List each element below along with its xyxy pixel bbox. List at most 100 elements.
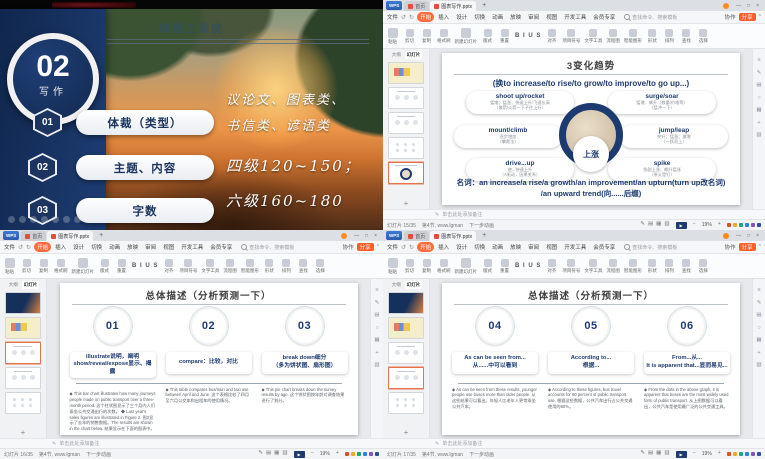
slide-thumbnail[interactable] [388, 112, 424, 134]
new-tab-button[interactable]: + [479, 2, 489, 9]
ribbon-tool[interactable]: 流程图 [606, 259, 620, 274]
status-icon[interactable]: ▤ [648, 222, 653, 228]
ribbon-tool[interactable]: 新建幻灯片 [455, 28, 478, 45]
tray-app-icon[interactable] [363, 452, 367, 456]
tray-app-icon[interactable] [727, 223, 731, 227]
ribbon-tool[interactable]: 重置 [115, 259, 128, 274]
ribbon-tab[interactable]: 开发工具 [178, 242, 206, 252]
sidebar-tool-icon[interactable]: + [375, 351, 378, 357]
slide-title[interactable]: 总体描述（分析预测一下） [442, 288, 740, 302]
redo-icon[interactable]: ↻ [409, 14, 414, 21]
ribbon-tool[interactable]: 智能图形 [624, 29, 642, 44]
add-slide-button[interactable]: + [404, 427, 409, 438]
slide-column[interactable]: 05 According to... 根据... ◆ According to … [548, 309, 634, 411]
slide-column[interactable]: 01 illustrate说明，阐明 show/reveal/expose显示、… [70, 309, 156, 433]
number-circle[interactable]: 03 [288, 309, 322, 343]
status-icon[interactable]: ✎ [258, 451, 263, 457]
presenter-control-dot[interactable] [19, 216, 26, 223]
undo-icon[interactable]: ↺ [401, 14, 406, 21]
ribbon-tool[interactable]: 版式 [98, 259, 111, 274]
ribbon-tab[interactable]: 开始 [417, 12, 434, 22]
status-icon[interactable]: ▦ [274, 451, 279, 457]
ribbon-tab[interactable]: 开始 [417, 242, 434, 252]
window-button[interactable]: — [733, 233, 744, 239]
center-donut-graphic[interactable]: 上涨 [559, 103, 623, 167]
presenter-control-dot[interactable] [74, 216, 81, 223]
tray-app-icon[interactable] [733, 452, 737, 456]
sidebar-tool-icon[interactable]: ≡ [375, 288, 378, 294]
ribbon-tool[interactable]: B I U S [515, 33, 541, 39]
notes-bar[interactable]: ✎ 单击此处添加备注 [0, 438, 383, 448]
ribbon-tool[interactable]: B I U S [132, 263, 158, 269]
slide-thumbnail[interactable] [5, 367, 41, 389]
ribbon-tool[interactable]: 复制 [420, 259, 433, 274]
ribbon-tool[interactable]: 格式刷 [54, 259, 68, 274]
phrase-card[interactable]: surge/soar 猛增、飙升（数量/价格等） （猛冲一下） [608, 91, 716, 114]
ribbon-tool[interactable]: 选择 [697, 259, 710, 274]
slide-thumbnail[interactable] [388, 342, 424, 364]
sidebar-tool-icon[interactable]: ▧ [756, 133, 761, 139]
ribbon-tab[interactable]: 动画 [489, 12, 506, 22]
tray-app-icon[interactable] [745, 452, 749, 456]
slide-title[interactable]: 3变化趋势 [442, 58, 740, 72]
tray-app-icon[interactable] [757, 452, 761, 456]
vip-icon[interactable] [341, 233, 347, 239]
phrase-box[interactable]: From...从... It is apparent that...显而易见..… [644, 352, 730, 374]
ribbon-tool[interactable]: 对齐 [545, 29, 558, 44]
slide-column[interactable]: 02 compare：比较，对比 ◆ This table compares b… [166, 309, 252, 433]
status-icon[interactable]: ▦ [656, 451, 661, 457]
vip-icon[interactable] [723, 233, 729, 239]
slide-thumbnail[interactable] [5, 392, 41, 414]
zoom-out-icon[interactable]: − [693, 222, 696, 228]
file-menu[interactable]: 文件 [4, 243, 15, 251]
header-action[interactable]: 分享 [357, 243, 374, 251]
redo-icon[interactable]: ↻ [409, 244, 414, 251]
ribbon-tool[interactable]: 文字工具 [201, 259, 219, 274]
presenter-control-dot[interactable] [41, 216, 48, 223]
sidebar-tool-icon[interactable]: + [757, 351, 760, 357]
sidebar-tool-icon[interactable]: ▦ [756, 108, 761, 114]
ribbon-tool[interactable]: 排列 [663, 259, 676, 274]
wps-logo[interactable]: WPS [386, 1, 402, 10]
noun-line[interactable]: 名词：an increase/a rise/a growth/an improv… [446, 177, 736, 188]
slide[interactable]: 3变化趋势 (换to increase/to rise/to grow/to i… [442, 53, 740, 205]
ribbon-tool[interactable]: 重置 [498, 259, 511, 274]
window-button[interactable]: × [753, 3, 762, 9]
header-action[interactable]: 协作 [343, 243, 354, 251]
header-action[interactable]: 协作 [725, 13, 736, 21]
document-tab[interactable]: 首页 [21, 231, 46, 241]
tray-app-icon[interactable] [357, 452, 361, 456]
status-icon[interactable]: ✎ [640, 222, 645, 228]
ribbon-tool[interactable]: 新建幻灯片 [72, 258, 95, 275]
tray-app-icon[interactable] [351, 452, 355, 456]
wps-logo[interactable]: WPS [3, 231, 19, 240]
slide-column[interactable]: 04 As can be seen from... 从......中可以看到 ◆… [452, 309, 538, 411]
ribbon-tab[interactable]: 会员专享 [590, 242, 618, 252]
ribbon-tool[interactable]: 版式 [481, 29, 494, 44]
vip-icon[interactable] [723, 3, 729, 9]
ribbon-tab[interactable]: 切换 [471, 242, 488, 252]
tray-app-icon[interactable] [751, 452, 755, 456]
slide-thumbnail[interactable] [5, 292, 41, 314]
file-menu[interactable]: 文件 [387, 13, 398, 21]
slide-subtitle[interactable]: (换to increase/to rise/to grow/to improve… [442, 78, 740, 89]
ribbon-tool[interactable]: 智能图形 [241, 259, 259, 274]
ribbon-tool[interactable]: 流程图 [223, 259, 237, 274]
panel-tab[interactable]: 大纲 [7, 281, 20, 289]
tray-app-icon[interactable] [369, 452, 373, 456]
status-icon[interactable]: ▥ [664, 451, 669, 457]
ribbon-tool[interactable]: B I U S [515, 263, 541, 269]
undo-icon[interactable]: ↺ [401, 244, 406, 251]
ribbon-tab[interactable]: 审阅 [142, 242, 159, 252]
command-search[interactable]: 查找命令、搜索模板 [624, 244, 677, 251]
ribbon-tool[interactable]: 粘贴 [386, 258, 399, 275]
panel-tab[interactable]: 大纲 [390, 51, 403, 59]
add-slide-button[interactable]: + [21, 427, 26, 438]
ribbon-tool[interactable]: 文字工具 [584, 29, 602, 44]
panel-tab[interactable]: 幻灯片 [22, 281, 40, 289]
sidebar-tool-icon[interactable]: ▤ [756, 83, 761, 89]
document-tab[interactable]: 图表写作.pptx [47, 231, 93, 241]
ribbon-tool[interactable]: 排列 [280, 259, 293, 274]
sidebar-tool-icon[interactable]: ▦ [374, 338, 379, 344]
zoom-in-icon[interactable]: + [718, 451, 721, 457]
